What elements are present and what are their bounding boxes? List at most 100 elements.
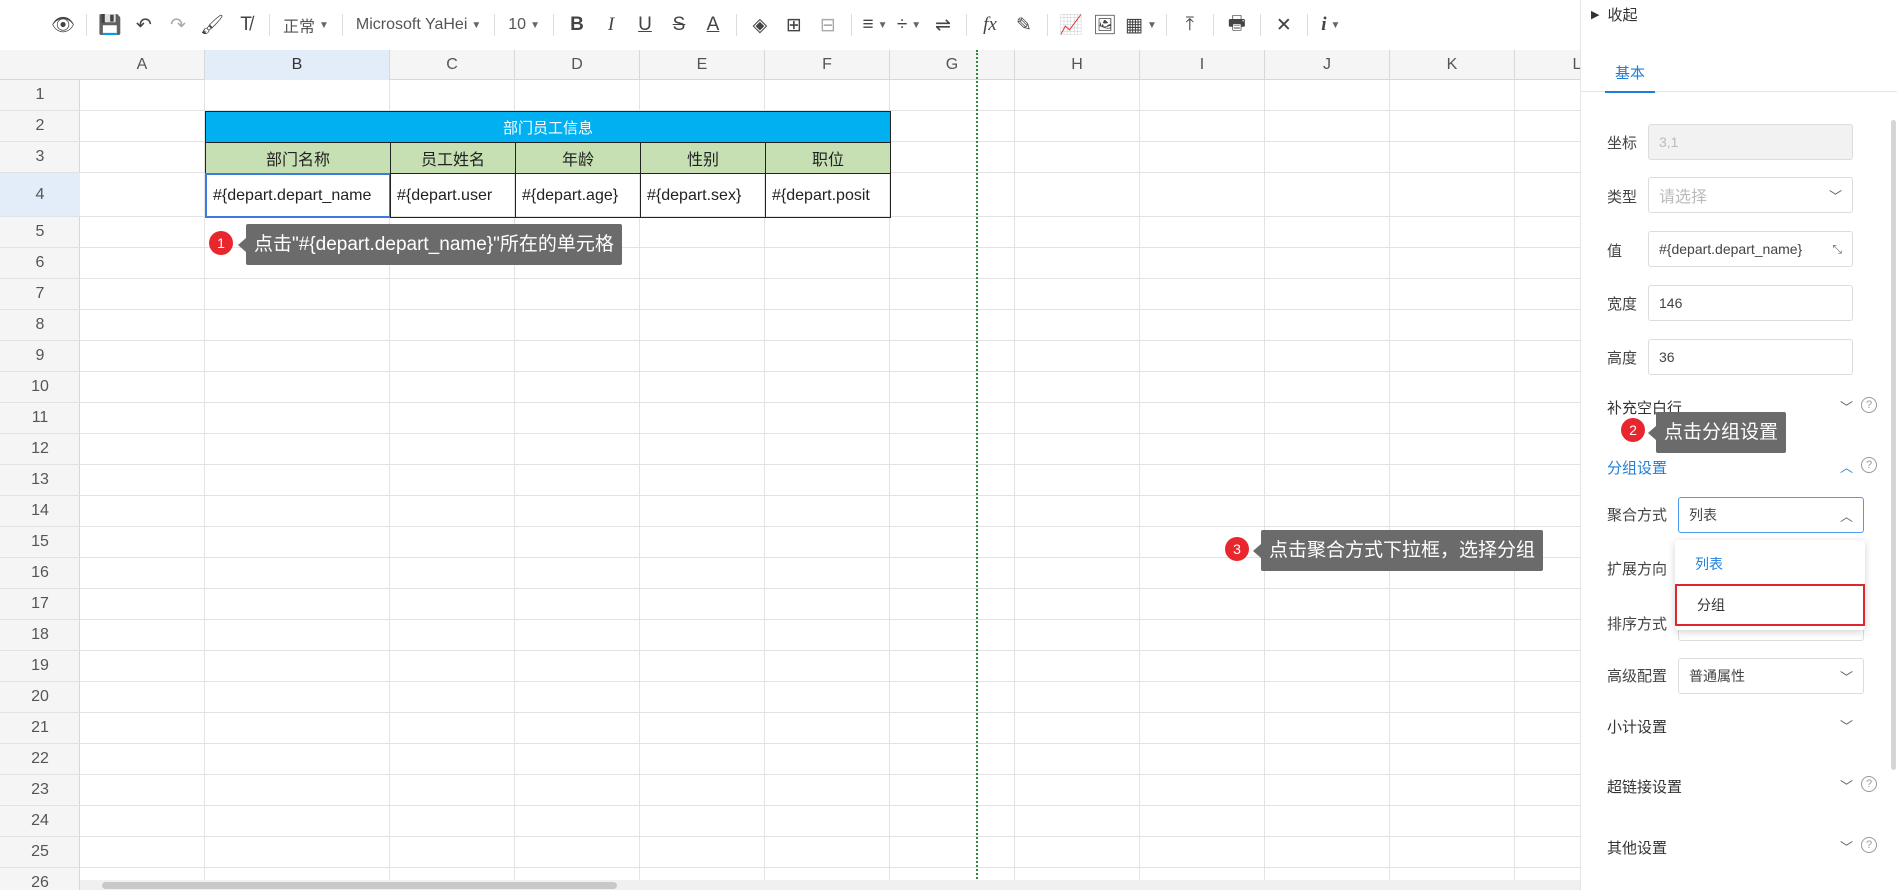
row-header-4[interactable]: 4 (0, 173, 80, 217)
column-header-a[interactable]: A (80, 50, 205, 80)
row-header-17[interactable]: 17 (0, 589, 80, 620)
row-header-18[interactable]: 18 (0, 620, 80, 651)
print-icon[interactable]: 🖶 (1223, 10, 1251, 40)
header-cell[interactable]: 性别 (640, 142, 766, 174)
row-header-21[interactable]: 21 (0, 713, 80, 744)
aggregate-select[interactable]: 列表 ︿ (1678, 497, 1864, 533)
chart-icon[interactable]: 📈 (1057, 10, 1085, 40)
row-header-19[interactable]: 19 (0, 651, 80, 682)
column-header-e[interactable]: E (640, 50, 765, 80)
header-cell[interactable]: 职位 (765, 142, 891, 174)
tab-basic[interactable]: 基本 (1605, 62, 1655, 93)
table-title-cell[interactable]: 部门员工信息 (205, 111, 891, 143)
row-header-11[interactable]: 11 (0, 403, 80, 434)
column-header-h[interactable]: H (1015, 50, 1140, 80)
row-header-5[interactable]: 5 (0, 217, 80, 248)
italic-icon[interactable]: I (597, 10, 625, 40)
row-header-15[interactable]: 15 (0, 527, 80, 558)
align-horizontal-icon[interactable]: ≡ ▼ (861, 10, 889, 40)
help-icon[interactable]: ? (1861, 397, 1877, 413)
row-header-9[interactable]: 9 (0, 341, 80, 372)
data-cell[interactable]: #{depart.sex} (640, 173, 766, 218)
row-header-3[interactable]: 3 (0, 142, 80, 173)
row-header-25[interactable]: 25 (0, 837, 80, 868)
column-header-l[interactable]: L (1515, 50, 1580, 80)
data-cell[interactable]: #{depart.depart_name (205, 173, 391, 218)
row-header-1[interactable]: 1 (0, 80, 80, 111)
data-validation-icon[interactable]: ✎ (1010, 10, 1038, 40)
row-header-26[interactable]: 26 (0, 868, 80, 890)
row-header-7[interactable]: 7 (0, 279, 80, 310)
row-header-16[interactable]: 16 (0, 558, 80, 589)
function-icon[interactable]: fx (976, 10, 1004, 40)
header-cell[interactable]: 部门名称 (205, 142, 391, 174)
row-header-14[interactable]: 14 (0, 496, 80, 527)
option-list[interactable]: 列表 (1695, 554, 1723, 574)
option-group[interactable]: 分组 (1675, 584, 1865, 626)
column-header-b[interactable]: B (205, 50, 390, 80)
undo-icon[interactable]: ↶ (130, 10, 158, 40)
row-header-2[interactable]: 2 (0, 111, 80, 142)
column-header-i[interactable]: I (1140, 50, 1265, 80)
fill-color-icon[interactable]: ◈ (746, 10, 774, 40)
redo-icon[interactable]: ↷ (164, 10, 192, 40)
help-icon[interactable]: ? (1861, 457, 1877, 473)
align-vertical-icon[interactable]: ÷ ▼ (895, 10, 923, 40)
help-icon[interactable]: ? (1861, 776, 1877, 792)
bold-icon[interactable]: B (563, 10, 591, 40)
data-cell[interactable]: #{depart.user (390, 173, 516, 218)
vertical-scrollbar[interactable] (1891, 120, 1896, 770)
column-header-k[interactable]: K (1390, 50, 1515, 80)
horizontal-scrollbar[interactable] (80, 880, 1580, 890)
collapse-button[interactable]: ▶ 收起 (1591, 4, 1637, 25)
font-family-select[interactable]: Microsoft YaHei ▼ (352, 10, 485, 40)
column-header-c[interactable]: C (390, 50, 515, 80)
data-cell[interactable]: #{depart.posit (765, 173, 891, 218)
data-cell[interactable]: #{depart.age} (515, 173, 641, 218)
font-size-select[interactable]: 10 ▼ (504, 10, 544, 40)
format-painter-icon[interactable]: 🖌 (198, 10, 226, 40)
subtotal-section[interactable]: 小计设置 ﹀ (1607, 716, 1877, 737)
borders-icon[interactable]: ⊞ (780, 10, 808, 40)
column-header-g[interactable]: G (890, 50, 1015, 80)
other-settings-section[interactable]: 其他设置 ﹀? (1607, 837, 1877, 858)
row-header-6[interactable]: 6 (0, 248, 80, 279)
column-header-j[interactable]: J (1265, 50, 1390, 80)
row-header-13[interactable]: 13 (0, 465, 80, 496)
tools-icon[interactable]: ✕ (1270, 10, 1298, 40)
underline-icon[interactable]: U (631, 10, 659, 40)
column-header-d[interactable]: D (515, 50, 640, 80)
save-icon[interactable]: 💾 (96, 10, 124, 40)
width-field[interactable]: 146 (1648, 285, 1853, 321)
row-header-24[interactable]: 24 (0, 806, 80, 837)
preview-eye-icon[interactable]: 👁 (49, 10, 77, 40)
row-header-20[interactable]: 20 (0, 682, 80, 713)
header-cell[interactable]: 员工姓名 (390, 142, 516, 174)
hyperlink-section[interactable]: 超链接设置 ﹀? (1607, 776, 1877, 797)
font-color-icon[interactable]: A (699, 10, 727, 40)
value-field[interactable]: #{depart.depart_name} ⤡ (1648, 231, 1853, 267)
strikethrough-icon[interactable]: S (665, 10, 693, 40)
type-select[interactable]: 请选择 ﹀ (1648, 177, 1853, 213)
column-header-f[interactable]: F (765, 50, 890, 80)
row-header-8[interactable]: 8 (0, 310, 80, 341)
upload-icon[interactable]: ⤒ (1176, 10, 1204, 40)
text-wrap-icon[interactable]: ⇌ (929, 10, 957, 40)
header-cell[interactable]: 年龄 (515, 142, 641, 174)
qrcode-icon[interactable]: ▦ ▼ (1125, 10, 1157, 40)
row-header-23[interactable]: 23 (0, 775, 80, 806)
scrollbar-thumb[interactable] (102, 882, 617, 889)
font-style-select[interactable]: 正常 ▼ (279, 10, 333, 40)
expand-icon[interactable]: ⤡ (1832, 242, 1842, 257)
row-header-12[interactable]: 12 (0, 434, 80, 465)
group-settings-section[interactable]: 分组设置 ︿? (1607, 457, 1877, 478)
image-icon[interactable]: 🖼 (1091, 10, 1119, 40)
advanced-select[interactable]: 普通属性 ﹀ (1678, 658, 1864, 694)
row-header-10[interactable]: 10 (0, 372, 80, 403)
merge-cells-icon[interactable]: ⊟ (814, 10, 842, 40)
clear-format-icon[interactable]: T̸ (232, 10, 260, 40)
help-icon[interactable]: ? (1861, 837, 1877, 853)
row-header-22[interactable]: 22 (0, 744, 80, 775)
height-field[interactable]: 36 (1648, 339, 1853, 375)
spreadsheet[interactable]: ABCDEFGHIJKL 1 2 3 4 5 6 7 8 9 10 11 12 13 14 15 16 17 18… (0, 50, 1580, 890)
